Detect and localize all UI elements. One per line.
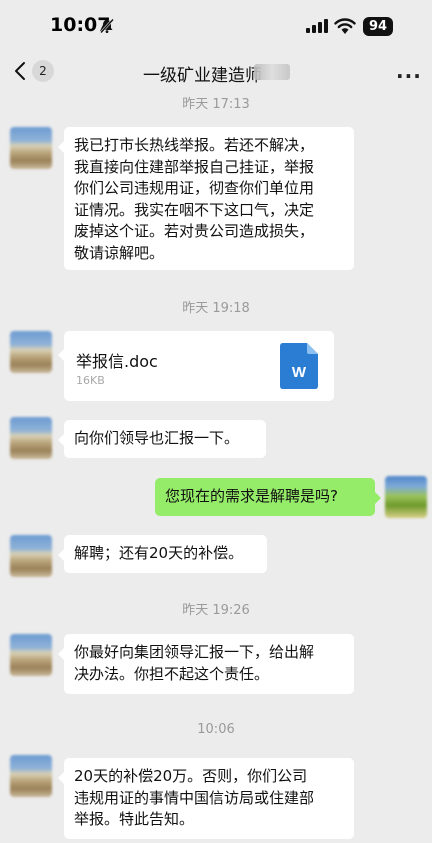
cellular-signal-icon <box>306 19 328 33</box>
contact-avatar[interactable] <box>10 755 52 797</box>
message-line: 敬请谅解吧。 <box>74 243 165 262</box>
message-bubble[interactable]: 你最好向集团领导汇报一下，给出解 决办法。你担不起这个责任。 <box>58 634 354 694</box>
contact-avatar[interactable] <box>10 331 52 373</box>
message-line: 我已打市长热线举报。若还不解决， <box>74 136 315 154</box>
message-line: 我直接向住建部举报自己挂证，举报 <box>74 157 315 176</box>
message-line: 您现在的需求是解聘是吗? <box>165 487 338 505</box>
contact-avatar[interactable] <box>10 417 52 459</box>
message-bubble[interactable]: 20天的补偿20万。否则，你们公司 违规用证的事情中国信访局或住建部 举报。特此… <box>58 758 354 839</box>
back-chevron-icon[interactable] <box>10 60 32 82</box>
wifi-icon <box>334 18 356 34</box>
self-message-bubble[interactable]: 您现在的需求是解聘是吗? <box>155 478 381 516</box>
contact-avatar[interactable] <box>10 127 52 169</box>
bell-muted-icon <box>100 18 114 34</box>
message-line: 解聘；还有20天的补偿。 <box>74 544 244 562</box>
message-line: 你们公司违规用证，彻查你们单位用 <box>74 179 315 197</box>
status-bar: 10:07 94 <box>0 0 432 50</box>
word-file-icon: W <box>280 343 318 389</box>
chat-title: 一级矿业建造师 <box>143 66 262 86</box>
more-options-icon[interactable]: ··· <box>396 64 422 88</box>
chat-timestamp: 昨天 17:13 <box>182 97 250 112</box>
battery-indicator: 94 <box>363 17 393 36</box>
svg-text:W: W <box>292 364 307 381</box>
chat-timestamp: 昨天 19:26 <box>182 603 250 618</box>
message-line: 证情况。我实在咽不下这口气，决定 <box>74 200 315 219</box>
message-line: 你最好向集团领导汇报一下，给出解 <box>74 643 315 661</box>
message-bubble[interactable]: 向你们领导也汇报一下。 <box>58 420 266 458</box>
chat-header: 2 一级矿业建造师 ··· <box>0 50 432 94</box>
message-bubble[interactable]: 我已打市长热线举报。若还不解决， 我直接向住建部举报自己挂证，举报 你们公司违规… <box>58 127 354 270</box>
blurred-name-redaction <box>254 64 290 80</box>
chat-timestamp: 昨天 19:18 <box>182 301 250 316</box>
contact-avatar[interactable] <box>10 634 52 676</box>
message-bubble[interactable]: 解聘；还有20天的补偿。 <box>58 535 267 573</box>
self-avatar[interactable] <box>385 476 427 518</box>
message-line: 决办法。你担不起这个责任。 <box>74 664 270 683</box>
message-line: 废掉这个证。若对贵公司造成损失， <box>74 222 315 240</box>
message-line: 向你们领导也汇报一下。 <box>74 429 240 447</box>
contact-avatar[interactable] <box>10 535 52 577</box>
chat-timestamp: 10:06 <box>197 722 235 737</box>
unread-count-badge[interactable]: 2 <box>32 60 54 82</box>
message-line: 举报。特此告知。 <box>74 810 195 828</box>
message-line: 违规用证的事情中国信访局或住建部 <box>74 788 315 807</box>
file-attachment-card[interactable]: 举报信.doc 16KB W <box>58 331 334 401</box>
message-line: 20天的补偿20万。否则，你们公司 <box>74 767 308 785</box>
file-size: 16KB <box>76 374 105 387</box>
file-name: 举报信.doc <box>76 352 158 371</box>
